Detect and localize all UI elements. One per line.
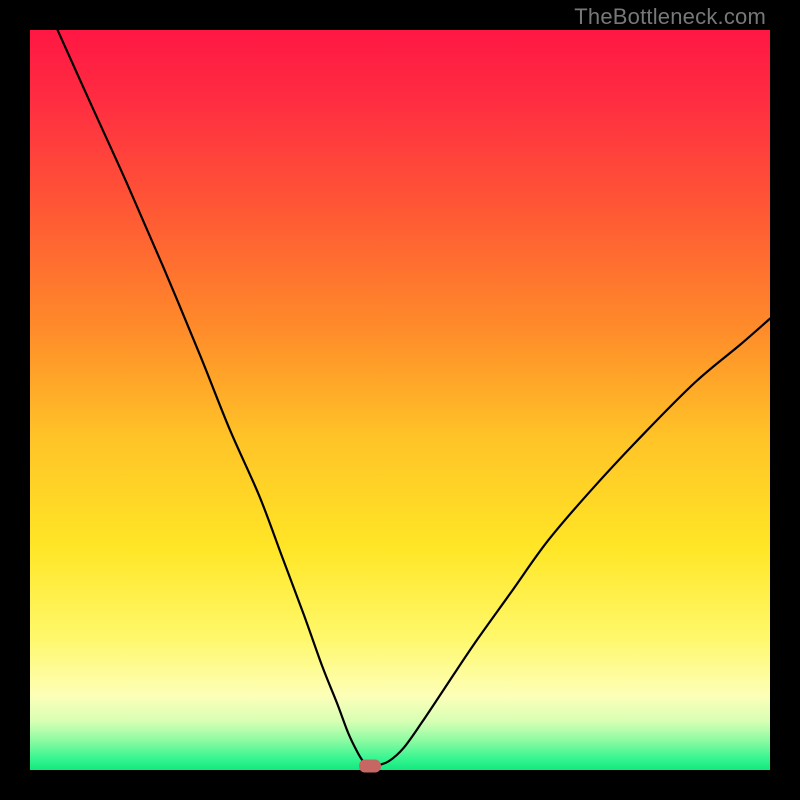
- gradient-background: [30, 30, 770, 770]
- bottleneck-chart: [30, 30, 770, 770]
- optimal-point-marker: [359, 759, 381, 772]
- watermark-text: TheBottleneck.com: [574, 4, 766, 30]
- chart-frame: [30, 30, 770, 770]
